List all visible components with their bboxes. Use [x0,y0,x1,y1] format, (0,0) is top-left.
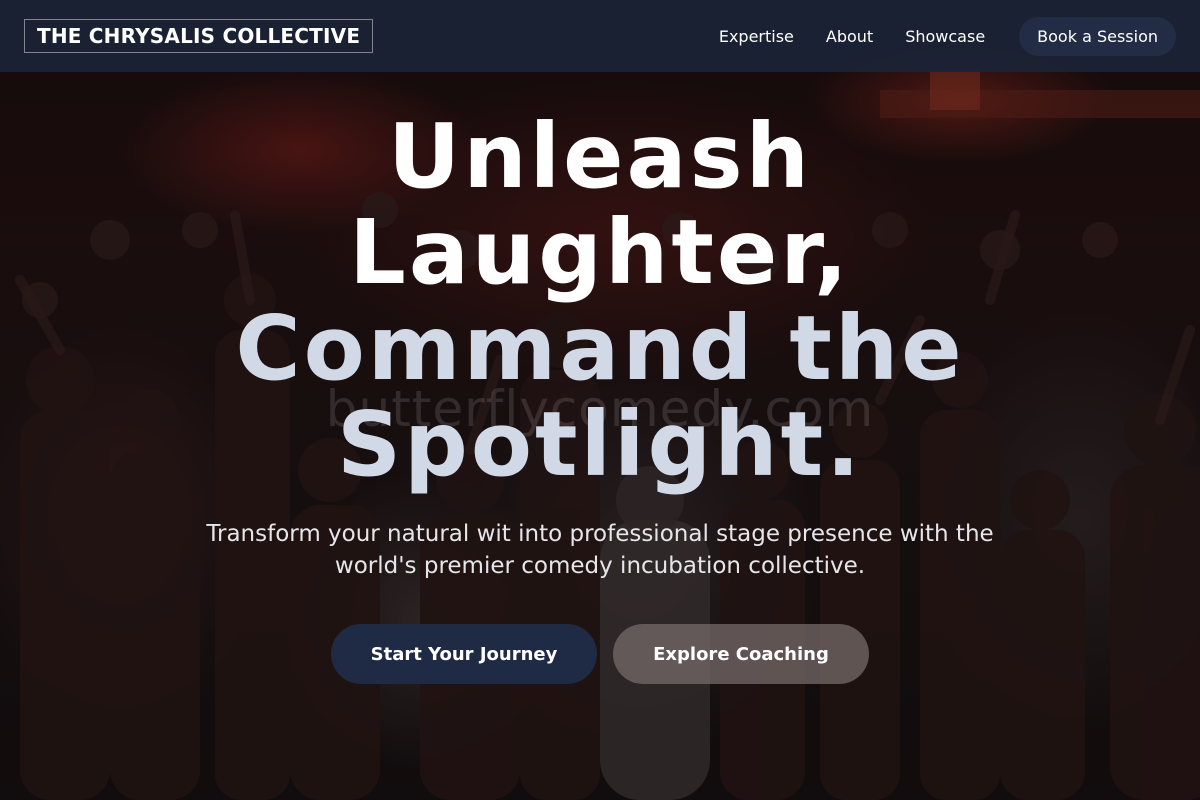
nav-link-expertise[interactable]: Expertise [719,27,794,46]
headline-line-3: Command the [235,296,965,400]
logo[interactable]: THE CHRYSALIS COLLECTIVE [24,19,374,53]
site-header: THE CHRYSALIS COLLECTIVE Expertise About… [0,0,1200,72]
hero-headline: Unleash Laughter, Command the Spotlight. [150,108,1050,492]
hero-subheadline: Transform your natural wit into professi… [206,521,994,579]
headline-line-1: Unleash [388,104,812,208]
book-session-button[interactable]: Book a Session [1019,16,1176,56]
hero-section: Unleash Laughter, Command the Spotlight.… [0,108,1200,684]
main-nav: Expertise About Showcase Book a Session [687,16,1176,56]
start-journey-button[interactable]: Start Your Journey [331,624,597,684]
nav-link-showcase[interactable]: Showcase [905,27,985,46]
nav-link-about[interactable]: About [826,27,873,46]
landing-page: butterflycomedy.com THE CHRYSALIS COLLEC… [0,0,1200,800]
explore-coaching-button[interactable]: Explore Coaching [613,624,869,684]
headline-line-4: Spotlight. [337,392,863,496]
hero-cta-row: Start Your Journey Explore Coaching [0,624,1200,684]
headline-line-2: Laughter, [349,200,851,304]
